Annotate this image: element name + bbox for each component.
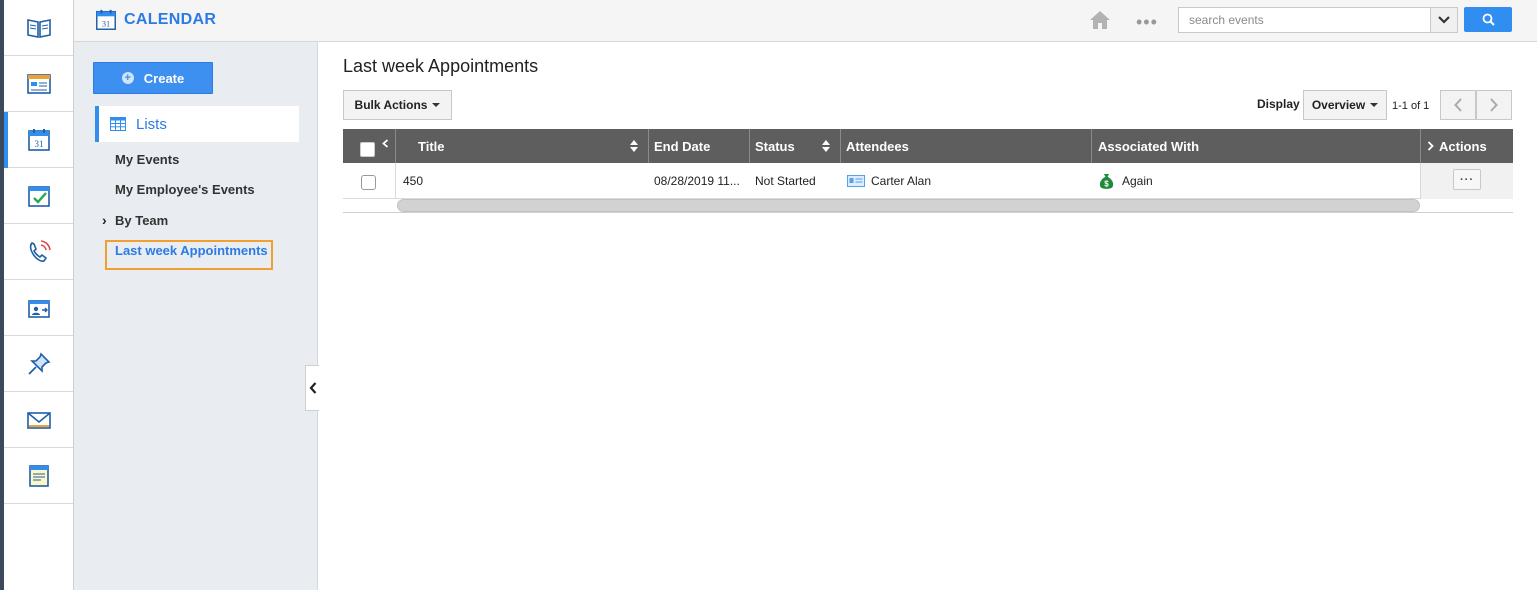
frozen-column-divider [395, 163, 396, 199]
calendar-badge: 31 [34, 139, 43, 149]
rail-item-library[interactable] [4, 0, 73, 56]
search-dropdown-button[interactable] [1430, 8, 1457, 32]
collapse-sidebar-button[interactable] [305, 365, 319, 411]
search-button[interactable] [1464, 7, 1512, 32]
search-input[interactable] [1179, 8, 1430, 32]
caret-down-icon [432, 103, 441, 107]
rail-item-contacts[interactable] [4, 280, 73, 336]
rail-item-mail[interactable] [4, 392, 73, 448]
grid-header: Title End Date Status Attendees Associat… [343, 129, 1513, 163]
chevron-left-icon [1454, 98, 1462, 112]
row-checkbox[interactable] [361, 175, 376, 190]
dashboard-icon [26, 73, 51, 94]
app-title: CALENDAR [124, 11, 217, 28]
column-header-title[interactable]: Title [396, 129, 649, 163]
cell-status: Not Started [755, 174, 816, 188]
column-header-actions[interactable]: Actions [1421, 129, 1513, 163]
more-options-icon[interactable]: ••• [1136, 12, 1158, 33]
chevron-right-icon [1490, 98, 1498, 112]
app-title-group: 31 CALENDAR [94, 8, 216, 32]
appointments-grid: Title End Date Status Attendees Associat… [343, 129, 1513, 213]
list-sidebar: + Create Lists My Events My Employee's E… [74, 42, 318, 590]
caret-down-icon [1370, 103, 1379, 107]
rail-item-pins[interactable] [4, 336, 73, 392]
header-calendar-badge: 31 [102, 19, 110, 28]
column-header-status[interactable]: Status [750, 129, 841, 163]
actions-column-divider [1420, 163, 1421, 199]
create-button[interactable]: + Create [93, 62, 213, 94]
sidebar-link-by-team[interactable]: By Team [115, 213, 168, 228]
cell-associated[interactable]: $ Again [1099, 163, 1153, 199]
table-row[interactable]: 450 08/28/2019 11... Not Started Carter … [343, 163, 1513, 199]
phone-call-icon [29, 239, 51, 262]
column-header-associated[interactable]: Associated With [1092, 129, 1421, 163]
rail-item-tasks[interactable] [4, 168, 73, 224]
display-label: Display [1257, 97, 1300, 111]
chevron-down-icon [1438, 16, 1450, 24]
search-box [1178, 7, 1458, 33]
book-icon [26, 18, 51, 38]
plus-icon: + [121, 72, 134, 84]
select-all-cell [343, 129, 396, 163]
pager-count: 1-1 of 1 [1392, 100, 1430, 112]
rail-item-notes[interactable] [4, 448, 73, 504]
cell-attendees[interactable]: Carter Alan [847, 163, 931, 199]
next-page-button[interactable] [1476, 90, 1512, 120]
chevron-right-icon[interactable] [1427, 141, 1434, 151]
contact-card-icon [27, 299, 50, 318]
grid-table-icon [110, 117, 126, 131]
sort-icon[interactable] [822, 140, 830, 152]
associated-name: Again [1122, 174, 1153, 188]
sidebar-link-my-events[interactable]: My Events [115, 152, 179, 167]
sort-icon[interactable] [630, 140, 638, 152]
mail-icon [26, 411, 51, 429]
rail-item-calls[interactable] [4, 224, 73, 280]
bulk-actions-label: Bulk Actions [354, 98, 428, 112]
page-title: Last week Appointments [343, 56, 539, 76]
display-select[interactable]: Overview [1303, 90, 1387, 120]
column-title-label: Title [418, 138, 445, 154]
grid-bottom-border [343, 212, 1513, 213]
lists-label: Lists [136, 115, 167, 133]
chevron-right-icon[interactable]: › [102, 212, 107, 228]
rail-item-calendar[interactable]: 31 [4, 112, 73, 168]
cell-end-date: 08/28/2019 11... [654, 174, 740, 188]
app-rail: 31 [0, 0, 74, 590]
select-all-checkbox[interactable] [360, 142, 375, 157]
search-icon [1482, 13, 1495, 26]
column-attendees-label: Attendees [846, 138, 909, 154]
column-end-date-label: End Date [654, 138, 711, 154]
svg-text:$: $ [1104, 179, 1109, 188]
attendee-name: Carter Alan [871, 174, 932, 188]
display-select-value: Overview [1311, 98, 1366, 112]
money-bag-icon: $ [1099, 173, 1114, 189]
rail-item-dashboard[interactable] [4, 56, 73, 112]
column-status-label: Status [755, 138, 795, 154]
calendar-icon: 31 [27, 128, 50, 151]
chevron-left-icon[interactable] [382, 139, 389, 148]
sidebar-link-last-week[interactable]: Last week Appointments [115, 243, 268, 258]
top-header: 31 CALENDAR ••• [74, 0, 1537, 42]
chevron-left-icon [309, 382, 316, 394]
column-header-attendees[interactable]: Attendees [841, 129, 1092, 163]
column-actions-label: Actions [1439, 138, 1487, 154]
contact-card-icon [847, 175, 865, 187]
pin-icon [27, 352, 50, 375]
notes-icon [28, 464, 49, 487]
cell-title[interactable]: 450 [403, 163, 423, 199]
task-check-icon [27, 185, 50, 207]
row-actions-button[interactable]: ··· [1453, 169, 1481, 190]
sidebar-link-employee-events[interactable]: My Employee's Events [115, 182, 255, 197]
prev-page-button[interactable] [1440, 90, 1476, 120]
lists-header[interactable]: Lists [95, 106, 299, 142]
column-associated-label: Associated With [1098, 138, 1200, 154]
horizontal-scrollbar[interactable] [397, 199, 1420, 212]
column-header-end-date[interactable]: End Date [649, 129, 750, 163]
bulk-actions-button[interactable]: Bulk Actions [343, 90, 452, 120]
home-icon[interactable] [1088, 9, 1112, 31]
calendar-icon: 31 [96, 9, 116, 30]
create-button-label: Create [143, 70, 185, 86]
